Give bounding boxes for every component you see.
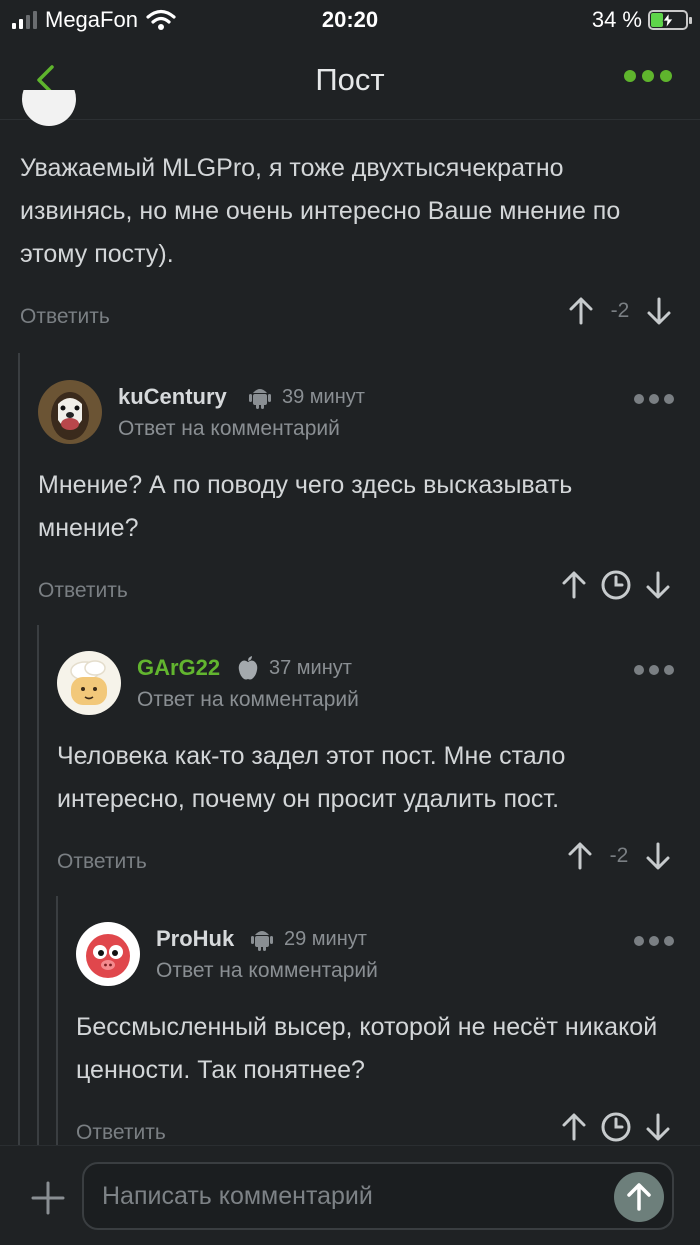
reply-button[interactable]: Ответить <box>38 579 128 603</box>
downvote-arrow-icon[interactable] <box>643 295 675 327</box>
comment: GArG22 37 минут Ответ на комментарий Чел… <box>57 651 674 890</box>
arrow-up-icon <box>627 1183 651 1211</box>
upvote-arrow-icon[interactable] <box>564 840 596 872</box>
comment-input-box <box>82 1162 674 1230</box>
battery-icon <box>648 10 692 30</box>
comment: kuCentury 39 минут Ответ на комментарий … <box>38 380 674 619</box>
upvote-arrow-icon[interactable] <box>558 569 590 601</box>
upvote-arrow-icon[interactable] <box>558 1111 590 1143</box>
avatar[interactable] <box>38 380 102 444</box>
reply-to-label[interactable]: Ответ на комментарий <box>118 417 340 441</box>
reply-button[interactable]: Ответить <box>20 305 110 329</box>
comment-text: Человека как-то задел этот пост. Мне ста… <box>57 742 566 813</box>
comment-time: 37 минут <box>269 656 352 679</box>
comment: ProHuk 29 минут Ответ на комментарий Бес… <box>76 922 674 1145</box>
avatar[interactable] <box>76 922 140 986</box>
vote-score: -2 <box>609 844 629 867</box>
comment-author[interactable]: kuCentury <box>118 384 227 410</box>
reply-to-label[interactable]: Ответ на комментарий <box>137 688 359 712</box>
send-button[interactable] <box>614 1172 664 1222</box>
android-icon <box>249 389 271 409</box>
comment-time: 29 минут <box>284 927 367 950</box>
more-dots-icon[interactable] <box>634 936 674 946</box>
apple-icon <box>238 656 258 680</box>
comment-author[interactable]: ProHuk <box>156 926 234 952</box>
avatar[interactable] <box>57 651 121 715</box>
thread-line <box>18 353 20 1145</box>
comment-text: Мнение? А по поводу чего здесь высказыва… <box>38 471 573 542</box>
comment-composer <box>0 1145 700 1245</box>
android-icon <box>251 931 273 951</box>
nav-bar: Пост <box>0 40 700 120</box>
thread-line <box>56 896 58 1145</box>
comment: Уважаемый MLGPro, я тоже двухтысячекратн… <box>20 147 675 345</box>
more-dots-icon[interactable] <box>634 665 674 675</box>
comment-input[interactable] <box>102 1178 602 1214</box>
comment-time: 39 минут <box>282 385 365 408</box>
downvote-arrow-icon[interactable] <box>642 840 674 872</box>
comment-author[interactable]: GArG22 <box>137 655 220 681</box>
more-dots-icon[interactable] <box>634 394 674 404</box>
upvote-arrow-icon[interactable] <box>565 295 597 327</box>
clock-icon <box>601 1112 631 1142</box>
reply-to-label[interactable]: Ответ на комментарий <box>156 959 378 983</box>
thread-line <box>37 625 39 1145</box>
downvote-arrow-icon[interactable] <box>642 569 674 601</box>
page-title: Пост <box>315 62 385 97</box>
comment-text: Уважаемый MLGPro, я тоже двухтысячекратн… <box>20 154 621 268</box>
more-dots-icon[interactable] <box>624 70 672 82</box>
comment-text: Бессмысленный высер, которой не несёт ни… <box>76 1013 658 1084</box>
downvote-arrow-icon[interactable] <box>642 1111 674 1143</box>
plus-icon[interactable] <box>30 1180 66 1216</box>
comment-thread: Уважаемый MLGPro, я тоже двухтысячекратн… <box>0 121 700 1145</box>
status-bar: MegaFon 20:20 34 % <box>0 0 700 40</box>
reply-button[interactable]: Ответить <box>76 1121 166 1145</box>
clock-icon <box>601 570 631 600</box>
vote-score: -2 <box>610 299 630 322</box>
reply-button[interactable]: Ответить <box>57 850 147 874</box>
battery-percent: 34 % <box>591 7 642 32</box>
